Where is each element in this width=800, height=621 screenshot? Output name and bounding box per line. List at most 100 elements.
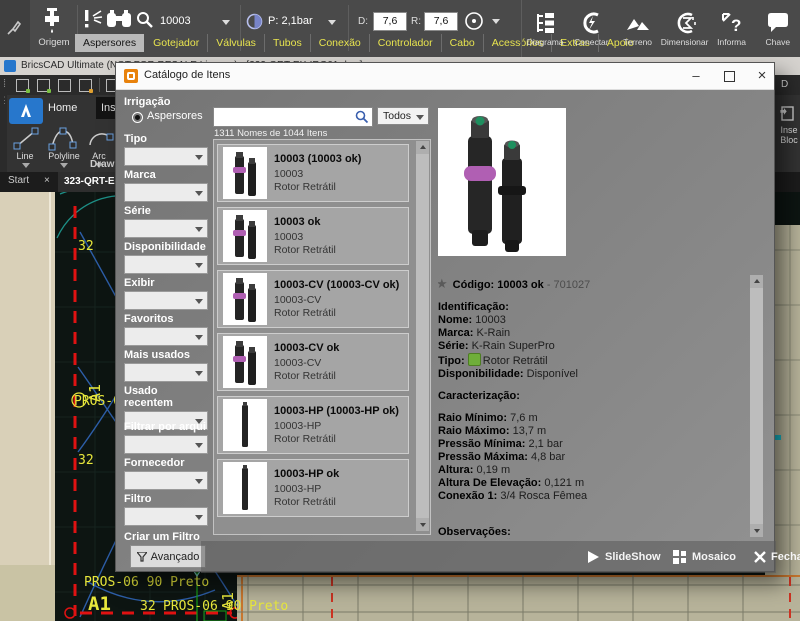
list-item[interactable]: 10003-HP (10003-HP ok) 10003-HP Rotor Re… bbox=[217, 396, 409, 454]
origem-button[interactable]: Origem bbox=[33, 4, 75, 54]
mais-usados-combobox[interactable] bbox=[124, 363, 208, 382]
list-item[interactable]: 10003-HP ok 10003-HP Rotor Retrátil bbox=[217, 459, 409, 517]
dialog-titlebar[interactable]: Catálogo de Itens – × bbox=[116, 63, 774, 90]
polyline-tool-icon[interactable] bbox=[48, 127, 78, 151]
tab-conexao[interactable]: Conexão bbox=[311, 34, 370, 52]
filtro-combobox[interactable] bbox=[124, 507, 208, 526]
diagram-icon bbox=[533, 11, 557, 35]
list-item[interactable]: 10003-CV (10003-CV ok) 10003-CV Rotor Re… bbox=[217, 270, 409, 328]
scroll-down-icon[interactable] bbox=[750, 524, 763, 537]
spray-alert-icon[interactable] bbox=[82, 8, 104, 30]
scope-dropdown[interactable]: Todos bbox=[377, 107, 429, 125]
chave-button[interactable]: Chave bbox=[755, 0, 800, 57]
connect-icon bbox=[579, 11, 603, 35]
pressure-combobox[interactable]: P: 2,1bar bbox=[268, 15, 313, 27]
conectar-button[interactable]: Conectar bbox=[568, 0, 614, 57]
dimensionar-button[interactable]: Dimensionar bbox=[661, 0, 709, 57]
filtrar-por-arquivo-combobox[interactable] bbox=[124, 435, 208, 454]
bricsys-app-button[interactable] bbox=[9, 98, 43, 124]
arc-tool-icon[interactable] bbox=[86, 127, 114, 151]
list-item[interactable]: 10003 (10003 ok) 10003 Rotor Retrátil bbox=[217, 144, 409, 202]
target-circle-icon[interactable] bbox=[464, 11, 484, 31]
details-scrollbar[interactable] bbox=[750, 275, 763, 537]
codigo-suffix: - 701027 bbox=[547, 279, 590, 291]
item-title: 10003-CV ok bbox=[274, 342, 339, 354]
mosaico-label: Mosaico bbox=[692, 551, 736, 563]
item-type: Rotor Retrátil bbox=[274, 307, 336, 319]
search-icon[interactable] bbox=[355, 110, 369, 124]
polyline-tool-label[interactable]: Polyline bbox=[44, 151, 84, 161]
close-button[interactable]: × bbox=[747, 63, 777, 88]
search-input[interactable] bbox=[213, 107, 373, 127]
tipo-combobox[interactable] bbox=[124, 147, 208, 166]
detail-row: Tipo: Rotor Retrátil bbox=[438, 353, 743, 368]
tab-start[interactable]: Start bbox=[8, 175, 29, 186]
detail-row: Nome: 10003 bbox=[438, 314, 743, 327]
filter-group-marca: Marca bbox=[124, 169, 208, 202]
tab-tubos[interactable]: Tubos bbox=[265, 34, 311, 52]
open-file-icon[interactable] bbox=[37, 79, 50, 92]
scroll-down-icon[interactable] bbox=[416, 518, 429, 531]
tab-controlador[interactable]: Controlador bbox=[370, 34, 442, 52]
detail-row: Pressão Máxima: 4,8 bar bbox=[438, 451, 743, 464]
ribbon-tab-insert[interactable]: Ins bbox=[96, 97, 115, 119]
fechar-button[interactable]: Fechar bbox=[754, 548, 800, 566]
item-title: 10003-HP ok bbox=[274, 468, 339, 480]
list-item[interactable]: 10003-CV ok 10003-CV Rotor Retrátil bbox=[217, 333, 409, 391]
line-tool-icon[interactable] bbox=[12, 127, 40, 151]
tab-cabo[interactable]: Cabo bbox=[442, 34, 484, 52]
list-item[interactable]: 10003 ok 10003 Rotor Retrátil bbox=[217, 207, 409, 265]
item-thumbnail bbox=[223, 147, 267, 199]
minimize-button[interactable]: – bbox=[681, 63, 711, 88]
product-image bbox=[438, 108, 566, 256]
favoritos-combobox[interactable] bbox=[124, 327, 208, 346]
line-tool-label[interactable]: Line bbox=[8, 151, 42, 161]
save-as-icon[interactable] bbox=[79, 79, 92, 92]
serie-combobox[interactable] bbox=[124, 219, 208, 238]
favorite-star-icon[interactable]: ★ bbox=[438, 277, 448, 291]
binoculars-icon[interactable] bbox=[106, 9, 132, 29]
slideshow-button[interactable]: SlideShow bbox=[586, 548, 661, 566]
aspersores-radio[interactable] bbox=[132, 112, 143, 123]
terreno-button[interactable]: Terreno bbox=[615, 0, 661, 57]
layout-sheet-bottom bbox=[237, 575, 800, 621]
brush-icon bbox=[6, 20, 22, 36]
tool-corner-button[interactable] bbox=[0, 0, 30, 57]
mosaico-button[interactable]: Mosaico bbox=[673, 548, 736, 566]
query-arrow-icon: ? bbox=[720, 11, 744, 35]
filter-group-exibir: Exibir bbox=[124, 277, 208, 310]
radius-input[interactable]: 7,6 bbox=[424, 12, 458, 31]
item-code: 10003-HP bbox=[274, 420, 321, 432]
diameter-input[interactable]: 7,6 bbox=[373, 12, 407, 31]
avancado-button[interactable]: Avançado bbox=[130, 545, 206, 568]
magnifier-wand-icon[interactable] bbox=[136, 11, 154, 29]
save-icon[interactable] bbox=[58, 79, 71, 92]
diagrama-button[interactable]: Diagrama bbox=[522, 0, 568, 57]
draw-group-label: Draw bbox=[90, 159, 114, 170]
informa-button[interactable]: ? Informa bbox=[708, 0, 754, 57]
list-scrollbar[interactable] bbox=[416, 141, 429, 531]
ribbon-tab-home[interactable]: Home bbox=[48, 102, 77, 114]
marca-combobox[interactable] bbox=[124, 183, 208, 202]
detail-row: Altura: 0,19 m bbox=[438, 464, 743, 477]
detail-row: Disponibilidade: Disponível bbox=[438, 368, 743, 381]
observacoes-heading: Observações: bbox=[438, 526, 511, 538]
tab-start-close-icon[interactable]: × bbox=[44, 175, 50, 186]
item-combobox[interactable]: 10003 bbox=[160, 15, 191, 27]
fornecedor-combobox[interactable] bbox=[124, 471, 208, 490]
conectar-label: Conectar bbox=[574, 37, 609, 47]
maximize-button[interactable] bbox=[714, 63, 744, 88]
tab-aspersores[interactable]: Aspersores bbox=[75, 34, 144, 52]
insert-block-icon[interactable] bbox=[779, 103, 795, 121]
new-file-icon[interactable] bbox=[16, 79, 29, 92]
exibir-combobox[interactable] bbox=[124, 291, 208, 310]
scroll-up-icon[interactable] bbox=[750, 275, 763, 288]
scroll-up-icon[interactable] bbox=[416, 141, 429, 154]
tab-gotejador[interactable]: Gotejador bbox=[145, 34, 208, 52]
aspersores-radio-label[interactable]: Aspersores bbox=[147, 110, 203, 122]
disponibilidade-combobox[interactable] bbox=[124, 255, 208, 274]
item-code: 10003-CV bbox=[274, 294, 321, 306]
tab-valvulas[interactable]: Válvulas bbox=[208, 34, 265, 52]
filter-label: Série bbox=[124, 205, 208, 217]
item-type: Rotor Retrátil bbox=[274, 496, 336, 508]
